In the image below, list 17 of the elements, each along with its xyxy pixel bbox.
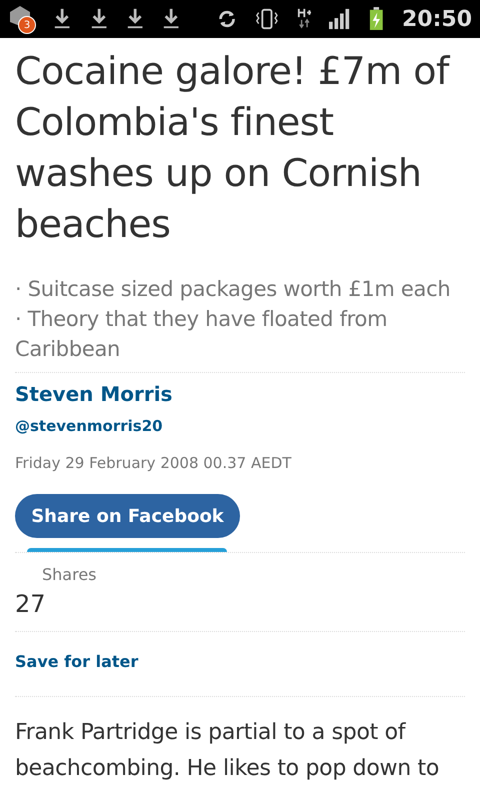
article-paragraph: Frank Partridge is partial to a spot of beachcombing. He likes to pop down to xyxy=(15,719,440,783)
sync-icon xyxy=(216,8,237,30)
battery-icon xyxy=(369,6,384,32)
publish-date: Friday 29 February 2008 00.37 AEDT xyxy=(15,452,292,474)
headline: Cocaine galore! £7m of Colombia's finest washes up on Cornish beaches xyxy=(15,48,452,248)
standfirst-point: · Theory that they have floated from Caribbean xyxy=(15,306,388,363)
share-facebook-button[interactable]: Share on Facebook xyxy=(15,494,240,538)
notification-badge: 3 xyxy=(18,16,36,34)
save-for-later-link[interactable]: Save for later xyxy=(15,650,138,674)
clock: 20:50 xyxy=(402,6,472,34)
standfirst-point: · Suitcase sized packages worth £1m each xyxy=(15,276,452,303)
signal-icon xyxy=(329,8,352,30)
shares-count: 27 xyxy=(15,589,46,619)
shares-label: Shares xyxy=(42,564,97,586)
twitter-handle[interactable]: @stevenmorris20 xyxy=(15,415,163,438)
vibrate-icon xyxy=(254,6,279,32)
author-name[interactable]: Steven Morris xyxy=(15,379,172,409)
